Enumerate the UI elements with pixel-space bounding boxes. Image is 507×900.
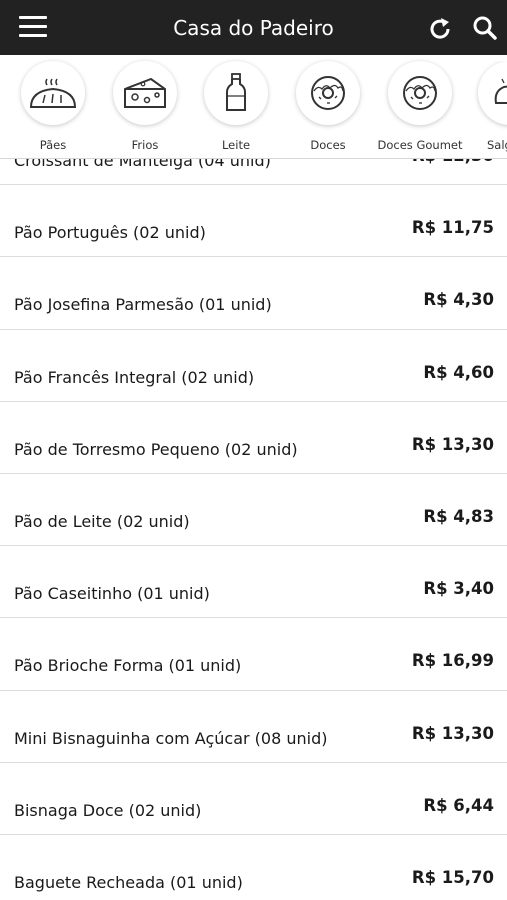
product-name: Pão Caseitinho (01 unid) xyxy=(14,584,210,604)
category-label: Leite xyxy=(221,138,251,152)
category-leite[interactable]: Leite xyxy=(190,61,282,152)
product-price: R$ 4,83 xyxy=(423,506,494,526)
milk-bottle-icon xyxy=(204,61,268,125)
product-price: R$ 16,99 xyxy=(411,651,494,671)
product-list[interactable]: Croissant de Manteiga (04 unid) R$ 12,30 P… xyxy=(0,159,507,900)
cheese-icon xyxy=(113,61,177,125)
category-paes[interactable]: Pães xyxy=(7,61,99,152)
category-label: Salg xyxy=(487,138,507,152)
product-row[interactable]: Pão Brioche Forma (01 unid) R$ 16,99 xyxy=(0,618,507,691)
product-list-inner: Croissant de Manteiga (04 unid) R$ 12,30 P… xyxy=(0,159,507,900)
product-name: Pão de Leite (02 unid) xyxy=(14,511,190,531)
product-name: Mini Bisnaguinha com Açúcar (08 unid) xyxy=(14,728,328,748)
product-price: R$ 12,30 xyxy=(412,159,494,165)
product-row[interactable]: Pão Caseitinho (01 unid) R$ 3,40 xyxy=(0,546,507,619)
product-price: R$ 6,44 xyxy=(423,795,494,815)
product-name: Pão Brioche Forma (01 unid) xyxy=(14,656,242,676)
product-price: R$ 4,60 xyxy=(423,362,494,382)
bread-icon xyxy=(21,61,85,125)
product-name: Bisnaga Doce (02 unid) xyxy=(14,800,202,820)
product-price: R$ 4,30 xyxy=(423,290,494,310)
product-row[interactable]: Pão Francês Integral (02 unid) R$ 4,60 xyxy=(0,330,507,402)
category-label: Doces Goumet xyxy=(377,138,463,152)
hamburger-menu-icon[interactable] xyxy=(19,16,47,38)
category-label: Pães xyxy=(39,138,67,152)
category-frios[interactable]: Frios xyxy=(99,61,191,152)
product-row[interactable]: Croissant de Manteiga (04 unid) R$ 12,30 xyxy=(0,159,507,186)
product-name: Pão de Torresmo Pequeno (02 unid) xyxy=(14,439,298,459)
product-price: R$ 13,30 xyxy=(411,434,494,454)
category-bar[interactable]: Pães Frios Leite Doces Doces Goumet Sal xyxy=(0,55,507,159)
search-icon[interactable] xyxy=(472,15,498,41)
product-row[interactable]: Mini Bisnaguinha com Açúcar (08 unid) R$ … xyxy=(0,691,507,763)
product-name: Pão Francês Integral (02 unid) xyxy=(14,367,255,387)
product-name: Baguete Recheada (01 unid) xyxy=(14,872,243,892)
product-row[interactable]: Pão Português (02 unid) R$ 11,75 xyxy=(0,185,507,258)
product-price: R$ 13,30 xyxy=(411,723,494,743)
category-doces[interactable]: Doces xyxy=(282,61,374,152)
product-price: R$ 11,75 xyxy=(411,218,494,238)
product-name: Croissant de Manteiga (04 unid) xyxy=(14,159,271,170)
product-name: Pão Português (02 unid) xyxy=(14,223,206,243)
product-row[interactable]: Pão de Leite (02 unid) R$ 4,83 xyxy=(0,474,507,547)
savory-icon xyxy=(478,61,507,125)
product-row[interactable]: Baguete Recheada (01 unid) R$ 15,70 xyxy=(0,835,507,900)
app-header: Casa do Padeiro xyxy=(0,0,507,55)
category-label: Frios xyxy=(131,138,159,152)
category-salg[interactable]: Salg xyxy=(466,61,507,152)
product-price: R$ 3,40 xyxy=(423,579,494,599)
product-row[interactable]: Pão de Torresmo Pequeno (02 unid) R$ 13,3… xyxy=(0,402,507,474)
category-doces-goumet[interactable]: Doces Goumet xyxy=(374,61,466,152)
product-row[interactable]: Pão Josefina Parmesão (01 unid) R$ 4,30 xyxy=(0,257,507,330)
product-name: Pão Josefina Parmesão (01 unid) xyxy=(14,295,272,315)
donut-icon xyxy=(296,61,360,125)
category-label: Doces xyxy=(310,138,346,152)
product-row[interactable]: Bisnaga Doce (02 unid) R$ 6,44 xyxy=(0,763,507,835)
donut-icon xyxy=(388,61,452,125)
refresh-icon[interactable] xyxy=(427,16,453,42)
product-price: R$ 15,70 xyxy=(411,867,494,887)
